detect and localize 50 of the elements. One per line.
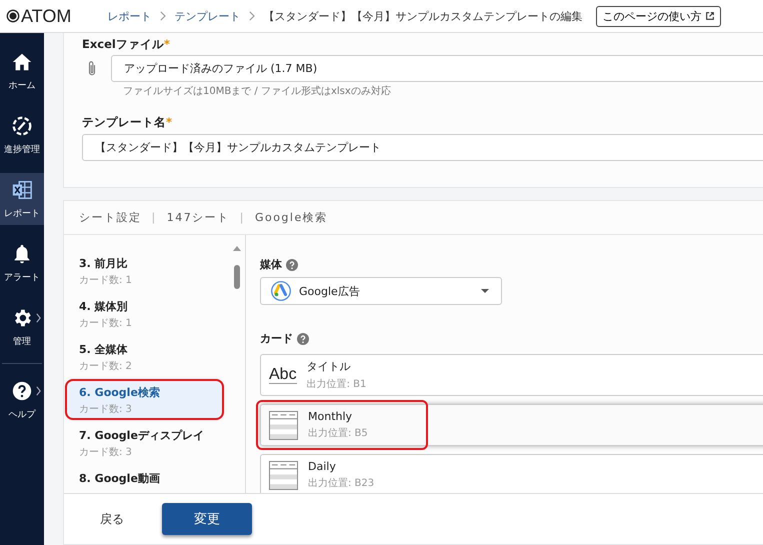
sheet-item[interactable]: 7. Googleディスプレイ カード数: 3 bbox=[67, 424, 222, 461]
separator: | bbox=[240, 211, 245, 224]
separator: | bbox=[152, 211, 157, 224]
paperclip-icon bbox=[87, 60, 97, 77]
sidebar-item[interactable]: ヘルプ bbox=[0, 374, 44, 426]
sidebar-item[interactable]: ホーム bbox=[0, 45, 44, 97]
chevron-icon bbox=[159, 11, 166, 21]
help-icon[interactable] bbox=[286, 258, 298, 270]
breadcrumb-item[interactable]: テンプレート bbox=[174, 8, 240, 24]
header-text: シート設定 bbox=[79, 210, 142, 225]
help-icon[interactable] bbox=[297, 332, 309, 344]
back-button[interactable]: 戻る bbox=[94, 510, 130, 528]
caret-icon bbox=[481, 289, 489, 293]
spreadsheet-icon bbox=[11, 178, 33, 200]
breadcrumb-item[interactable]: レポート bbox=[107, 8, 152, 24]
sidebar-item[interactable]: アラート bbox=[0, 237, 44, 289]
gauge-icon bbox=[11, 114, 33, 136]
field-label: カード bbox=[260, 331, 293, 346]
chevron-icon bbox=[36, 312, 41, 322]
sheet-item[interactable]: 8. Google動画 bbox=[67, 467, 222, 493]
template-name-field[interactable]: 【スタンダード】【今月】サンプルカスタムテンプレート bbox=[82, 134, 763, 161]
sheet-item[interactable]: 5. 全媒体 カード数: 2 bbox=[67, 338, 222, 375]
card-item[interactable]: Daily 出力位置: B23 bbox=[260, 454, 763, 493]
field-label: Excelファイル bbox=[82, 37, 164, 52]
help-icon bbox=[11, 380, 33, 402]
external-link-icon bbox=[705, 11, 716, 21]
table-icon bbox=[269, 460, 298, 490]
media-select[interactable]: Google広告 bbox=[260, 277, 502, 305]
file-field[interactable]: アップロード済みのファイル (1.7 MB) bbox=[111, 55, 763, 82]
sheet-item[interactable]: 4. 媒体別 カード数: 1 bbox=[67, 295, 222, 332]
chevron-icon bbox=[248, 11, 256, 21]
sheet-item[interactable]: 6. Google検索 カード数: 3 bbox=[67, 381, 222, 418]
header-text: Google検索 bbox=[254, 210, 328, 225]
hint-text: ファイルサイズは10MBまで / ファイル形式はxlsxのみ対応 bbox=[123, 84, 392, 98]
required-mark: * bbox=[164, 37, 170, 52]
field-label: 媒体 bbox=[260, 257, 282, 272]
table-icon bbox=[269, 410, 298, 440]
sidebar-item[interactable]: レポート bbox=[0, 173, 44, 225]
breadcrumb-item[interactable]: 【スタンダード】【今月】サンプルカスタムテンプレートの編集 bbox=[263, 8, 582, 24]
sidebar-item[interactable]: 進捗管理 bbox=[0, 109, 44, 161]
submit-button[interactable]: 変更 bbox=[162, 503, 252, 535]
required-mark: * bbox=[166, 115, 172, 130]
ads-logo-icon bbox=[271, 281, 291, 301]
header-text: 147シート bbox=[166, 210, 230, 225]
logo: ATOM bbox=[6, 6, 72, 26]
sheet-item[interactable]: 3. 前月比 カード数: 1 bbox=[67, 252, 222, 289]
help-page-button[interactable]: このページの使い方 bbox=[596, 6, 722, 26]
chevron-icon bbox=[36, 386, 41, 396]
sidebar-item[interactable]: 管理 bbox=[0, 301, 44, 353]
field-label: テンプレート名 bbox=[82, 115, 166, 130]
